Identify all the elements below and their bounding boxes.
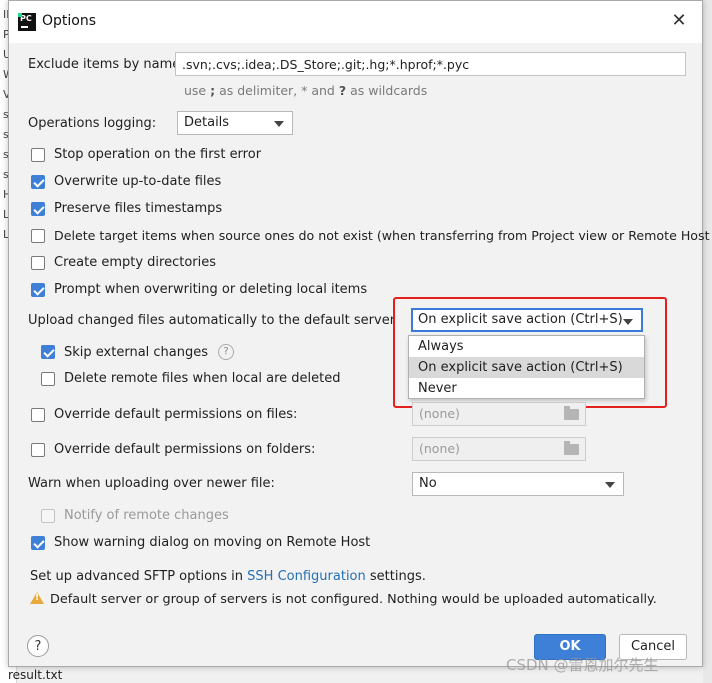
- checkbox-override-file-permissions[interactable]: Override default permissions on files:: [31, 407, 297, 422]
- warning-message: Default server or group of servers is no…: [30, 591, 657, 607]
- checkbox-label: Delete remote files when local are delet…: [64, 371, 341, 386]
- background-file-name[interactable]: result.txt: [8, 668, 62, 682]
- checkbox-box[interactable]: [41, 345, 55, 359]
- checkbox-preserve-timestamps[interactable]: Preserve files timestamps: [31, 201, 222, 216]
- warning-icon: [30, 592, 44, 604]
- checkbox-label: Override default permissions on files:: [54, 407, 298, 422]
- checkbox-box[interactable]: [31, 255, 45, 270]
- checkbox-delete-target-items[interactable]: Delete target items when source ones do …: [31, 228, 712, 243]
- exclude-items-input[interactable]: [175, 52, 686, 76]
- operations-logging-value: Details: [184, 115, 230, 130]
- folder-icon: [564, 406, 579, 420]
- checkbox-box[interactable]: [31, 201, 45, 216]
- checkbox-label: Skip external changes: [64, 344, 209, 360]
- checkbox-box[interactable]: [31, 407, 45, 422]
- warn-newer-select[interactable]: No: [412, 472, 624, 496]
- title-bar: PC Options ✕: [9, 1, 702, 43]
- options-dialog: PC Options ✕ Exclude items by name: use …: [8, 0, 712, 667]
- checkbox-box[interactable]: [41, 371, 55, 386]
- csdn-watermark: CSDN @雷恩加尔先生: [506, 656, 659, 674]
- operations-logging-label: Operations logging:: [28, 116, 157, 131]
- checkbox-stop-on-error[interactable]: Stop operation on the first error: [31, 147, 261, 162]
- exclude-hint: use ; as delimiter, * and ? as wildcards: [184, 83, 428, 98]
- checkbox-label: Create empty directories: [54, 255, 217, 270]
- checkbox-notify-remote-changes[interactable]: Notify of remote changes: [41, 508, 229, 523]
- checkbox-box[interactable]: [31, 228, 45, 243]
- checkbox-label: Notify of remote changes: [64, 508, 229, 523]
- checkbox-box[interactable]: [31, 282, 45, 297]
- checkbox-overwrite-up-to-date[interactable]: Overwrite up-to-date files: [31, 174, 221, 189]
- window-title: Options: [42, 13, 97, 29]
- checkbox-box[interactable]: [31, 147, 45, 162]
- operations-logging-select[interactable]: Details: [177, 111, 293, 135]
- warn-newer-value: No: [419, 476, 437, 491]
- checkbox-skip-external-changes[interactable]: Skip external changes ?: [41, 344, 235, 360]
- checkbox-show-warning-dialog[interactable]: Show warning dialog on moving on Remote …: [31, 535, 370, 550]
- checkbox-label: Overwrite up-to-date files: [54, 174, 222, 189]
- checkbox-label: Show warning dialog on moving on Remote …: [54, 535, 371, 550]
- help-question-icon[interactable]: ?: [218, 344, 235, 360]
- checkbox-label: Override default permissions on folders:: [54, 442, 316, 457]
- help-button[interactable]: ?: [27, 635, 49, 657]
- checkbox-box[interactable]: [31, 442, 45, 457]
- checkbox-box[interactable]: [31, 535, 45, 550]
- checkbox-box[interactable]: [41, 508, 55, 523]
- checkbox-label: Prompt when overwriting or deleting loca…: [54, 282, 368, 297]
- checkbox-create-empty-dirs[interactable]: Create empty directories: [31, 255, 216, 270]
- warn-newer-label: Warn when uploading over newer file:: [28, 476, 275, 491]
- chevron-down-icon: [605, 482, 615, 488]
- sftp-info-text: Set up advanced SFTP options in SSH Conf…: [30, 569, 426, 584]
- folder-icon: [564, 441, 579, 455]
- checkbox-prompt-overwriting[interactable]: Prompt when overwriting or deleting loca…: [31, 282, 367, 297]
- file-permissions-value: (none): [419, 406, 460, 421]
- file-permissions-field: (none): [412, 402, 586, 426]
- pycharm-logo-icon: PC: [18, 13, 36, 31]
- upload-label: Upload changed files automatically to th…: [28, 313, 396, 328]
- exclude-label: Exclude items by name:: [28, 57, 185, 72]
- checkbox-label: Preserve files timestamps: [54, 201, 223, 216]
- checkbox-label: Stop operation on the first error: [54, 147, 262, 162]
- ssh-configuration-link[interactable]: SSH Configuration: [247, 569, 366, 584]
- folder-permissions-value: (none): [419, 441, 460, 456]
- checkbox-box[interactable]: [31, 174, 45, 189]
- checkbox-delete-remote-files[interactable]: Delete remote files when local are delet…: [41, 371, 340, 386]
- checkbox-override-folder-permissions[interactable]: Override default permissions on folders:: [31, 442, 315, 457]
- highlight-annotation-box: [393, 297, 667, 408]
- chevron-down-icon: [274, 121, 284, 127]
- checkbox-label: Delete target items when source ones do …: [54, 228, 712, 243]
- background-right-edge: [703, 0, 712, 683]
- folder-permissions-field: (none): [412, 437, 586, 461]
- close-icon[interactable]: ✕: [667, 9, 691, 33]
